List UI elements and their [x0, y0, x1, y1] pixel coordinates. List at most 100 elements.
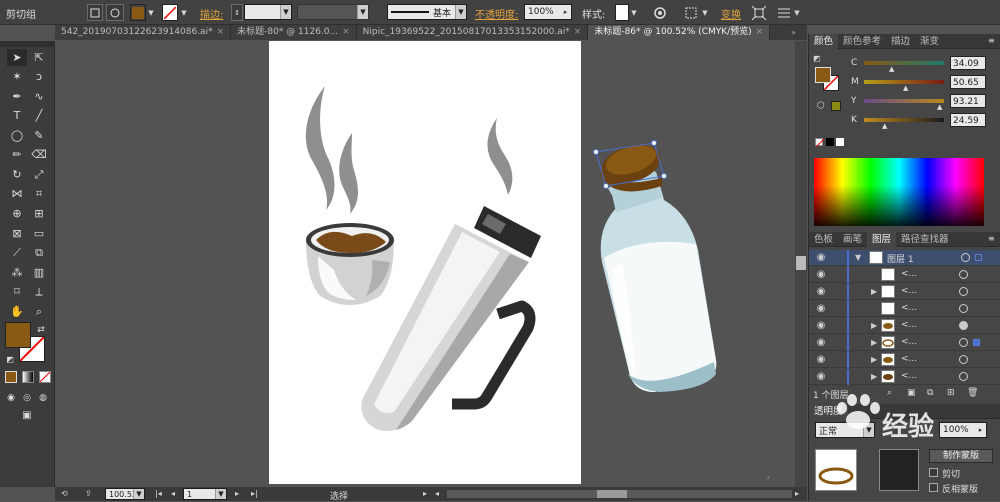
magenta-value-input[interactable]: 50.65: [950, 75, 986, 89]
make-clipping-mask-icon[interactable]: ▣: [907, 388, 916, 398]
horizontal-scrollbar[interactable]: [447, 490, 792, 498]
panel-menu-icon[interactable]: ≡: [988, 36, 995, 45]
layer-thumbnail: [869, 251, 883, 264]
target-icon[interactable]: [959, 287, 968, 296]
scroll-thumb[interactable]: [796, 256, 806, 270]
layer-color-bar: [847, 250, 849, 266]
eye-icon[interactable]: ◉: [814, 354, 828, 366]
layer-thumbnail: [881, 285, 895, 298]
eye-icon[interactable]: ◉: [814, 371, 828, 383]
layer-name: <...: [901, 371, 918, 381]
cube-icon[interactable]: ⬡: [817, 101, 825, 111]
color-spectrum[interactable]: [814, 158, 984, 226]
slider-handle-icon[interactable]: ▲: [937, 103, 942, 111]
panel-fill-swatch[interactable]: [815, 67, 831, 83]
eye-icon[interactable]: ◉: [814, 252, 828, 264]
mask-thumbnail[interactable]: [879, 449, 919, 491]
blend-mode-select[interactable]: 正常 ▼: [815, 422, 875, 438]
eye-icon[interactable]: ◉: [814, 269, 828, 281]
expand-icon[interactable]: ▶: [871, 321, 877, 330]
layer-row[interactable]: ◉ ▶ <...: [809, 284, 1000, 300]
layer-row[interactable]: ◉ ▶ <...: [809, 369, 1000, 385]
target-icon[interactable]: [959, 304, 968, 313]
transparency-opacity-input[interactable]: 100% ▸: [939, 422, 987, 438]
lid-thumbnail: [883, 357, 893, 363]
channel-label: Y: [851, 96, 857, 106]
out-of-gamut-swatch[interactable]: [831, 101, 841, 111]
next-artboard-icon[interactable]: ▸: [235, 489, 239, 498]
slider-handle-icon[interactable]: ▲: [889, 65, 894, 73]
layer-row-top[interactable]: ◉ ▼ 图层 1: [809, 250, 1000, 266]
target-icon[interactable]: [959, 338, 968, 347]
eye-icon[interactable]: ◉: [814, 320, 828, 332]
tab-color[interactable]: 颜色: [809, 34, 839, 49]
slider-handle-icon[interactable]: ▲: [903, 84, 908, 92]
clip-checkbox[interactable]: [929, 468, 938, 477]
hscroll-thumb[interactable]: [597, 490, 627, 498]
selection-indicator[interactable]: [975, 254, 982, 261]
tab-swatches[interactable]: 色板: [809, 232, 838, 247]
new-layer-icon[interactable]: ⊞: [947, 388, 955, 398]
lid-preview-icon: [818, 467, 854, 485]
slider-handle-icon[interactable]: ▲: [882, 122, 887, 130]
prev-artboard-icon[interactable]: ◂: [171, 489, 175, 498]
invert-mask-checkbox[interactable]: [929, 483, 938, 492]
layer-row[interactable]: ◉ ▶ <...: [809, 335, 1000, 351]
tab-stroke[interactable]: 描边: [886, 34, 915, 49]
white-swatch[interactable]: [836, 138, 844, 146]
layer-thumbnail: [881, 268, 895, 281]
hscroll-right-icon[interactable]: ▸: [795, 489, 799, 498]
rotate-view-icon[interactable]: ⟲: [61, 489, 73, 499]
target-icon[interactable]: [959, 372, 968, 381]
black-swatch[interactable]: [826, 138, 834, 146]
target-icon[interactable]: [959, 321, 968, 330]
tab-color-guide[interactable]: 颜色参考: [838, 34, 886, 49]
eye-icon[interactable]: ◉: [814, 337, 828, 349]
target-icon[interactable]: [959, 270, 968, 279]
yellow-value-input[interactable]: 93.21: [950, 94, 986, 108]
tab-gradient[interactable]: 渐变: [915, 34, 944, 49]
none-icon: [815, 138, 825, 148]
black-slider[interactable]: [864, 118, 944, 122]
artboard-number-select[interactable]: 1 ▼: [183, 488, 227, 500]
last-artboard-icon[interactable]: ▸|: [251, 489, 258, 498]
zoom-select[interactable]: 100.52 ▼: [105, 488, 145, 500]
eye-icon[interactable]: ◉: [814, 303, 828, 315]
black-value-input[interactable]: 24.59: [950, 113, 986, 127]
expand-icon[interactable]: ▶: [871, 338, 877, 347]
default-fill-stroke-icon[interactable]: ◩: [813, 54, 825, 64]
layer-color-bar: [847, 335, 849, 351]
make-mask-button[interactable]: 制作蒙版: [929, 449, 993, 463]
hscroll-left-icon[interactable]: ◂: [435, 489, 439, 498]
share-icon[interactable]: ⇪: [85, 489, 97, 499]
eye-icon[interactable]: ◉: [814, 286, 828, 298]
locate-object-icon[interactable]: ⌕: [887, 388, 892, 398]
new-sublayer-icon[interactable]: ⧉: [927, 388, 933, 398]
expand-icon[interactable]: ▶: [871, 287, 877, 296]
cyan-slider-row: C ▲ 34.09: [851, 56, 1000, 73]
expand-icon[interactable]: ▶: [871, 372, 877, 381]
layer-row[interactable]: ◉ ▶ <...: [809, 318, 1000, 334]
fill-color-box[interactable]: [5, 322, 31, 348]
tab-transparency[interactable]: 透明度: [809, 404, 848, 419]
layer-row[interactable]: ◉ <...: [809, 267, 1000, 283]
tab-pathfinder[interactable]: 路径查找器: [896, 232, 954, 247]
panel-menu-icon[interactable]: ≡: [988, 234, 995, 243]
layer-row[interactable]: ◉ <...: [809, 301, 1000, 317]
trash-icon[interactable]: 🗑: [967, 388, 978, 398]
tab-brushes[interactable]: 画笔: [838, 232, 867, 247]
layer-row[interactable]: ◉ ▶ <...: [809, 352, 1000, 368]
target-icon[interactable]: [959, 355, 968, 364]
yellow-slider[interactable]: [864, 99, 944, 103]
first-artboard-icon[interactable]: |◂: [155, 489, 162, 498]
expand-icon[interactable]: ▼: [855, 253, 861, 262]
cyan-value-input[interactable]: 34.09: [950, 56, 986, 70]
selection-indicator[interactable]: [973, 339, 980, 346]
target-icon[interactable]: [961, 253, 970, 262]
status-menu-icon[interactable]: ▸: [423, 489, 427, 498]
none-swatch[interactable]: [815, 138, 825, 148]
tab-layers[interactable]: 图层: [867, 232, 897, 247]
expand-icon[interactable]: ▶: [871, 355, 877, 364]
vertical-scrollbar[interactable]: [795, 41, 807, 487]
cyan-slider[interactable]: [864, 61, 944, 65]
